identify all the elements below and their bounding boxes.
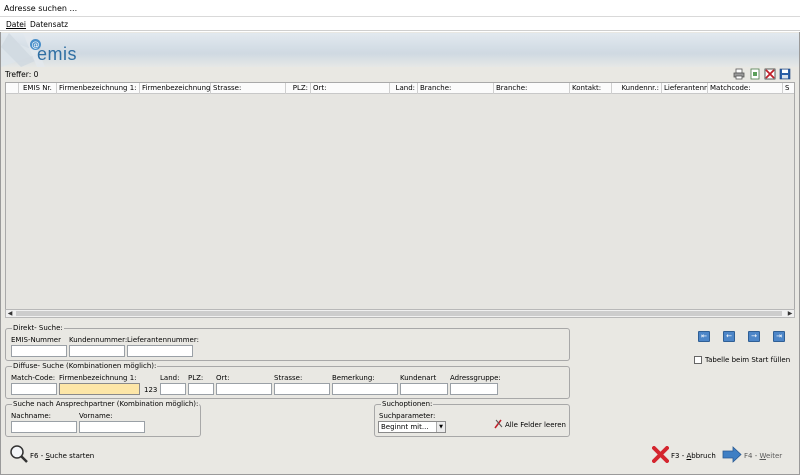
cancel-x-icon[interactable] [652,446,669,463]
nav-next-button[interactable]: → [748,331,760,342]
first-record-icon: ⇤ [701,332,707,340]
search-parameter-value: Beginnt mit... [381,423,429,431]
remark-label: Bemerkung: [332,374,375,382]
grid-row-selector [6,83,19,94]
grid-col-strasse[interactable]: Strasse: [211,83,286,94]
zip-label: PLZ: [188,374,204,382]
grid-col-overflow[interactable]: S [783,83,794,94]
grid-col-kundennr[interactable]: Kundennr.: [612,83,662,94]
grid-col-plz[interactable]: PLZ: [286,83,311,94]
save-icon[interactable] [779,68,791,80]
first-name-label: Vorname: [79,412,113,420]
customer-type-input[interactable] [400,383,448,395]
grid-col-firma2[interactable]: Firmenbezeichnung 2: [140,83,211,94]
search-options-legend: Suchoptionen: [381,400,434,408]
abort-rest: bbruch [691,452,716,460]
scroll-right-icon[interactable]: ▶ [786,310,794,317]
first-name-input[interactable] [79,421,145,433]
menu-datensatz[interactable]: Datensatz [30,20,68,29]
next-record-icon: → [751,332,757,340]
matchcode-input[interactable] [11,383,57,395]
city-input[interactable] [216,383,272,395]
grid-col-ort[interactable]: Ort: [311,83,390,94]
grid-header: EMIS Nr. Firmenbezeichnung 1: Firmenbeze… [6,83,794,94]
abort-button[interactable]: F3 - Abbruch [671,452,716,460]
export-icon[interactable] [749,68,761,80]
grid-toolbar [733,68,793,81]
grid-col-branche2[interactable]: Branche: [494,83,570,94]
fill-on-start-checkbox[interactable] [694,356,702,364]
address-group-label: Adressgruppe: [450,374,501,382]
search-parameter-label: Suchparameter: [379,412,436,420]
delete-icon[interactable] [764,68,776,80]
customer-type-label: Kundenart [400,374,437,382]
nav-prev-button[interactable]: ← [723,331,735,342]
menu-bar: Datei Datensatz [0,17,800,31]
fill-on-start-label: Tabelle beim Start füllen [705,356,791,364]
grid-col-branche1[interactable]: Branche: [418,83,494,94]
hits-count: Treffer: 0 [5,70,39,79]
country-input[interactable] [160,383,186,395]
grid-col-lieferantennr[interactable]: Lieferantennr.: [662,83,708,94]
window-title: Adresse suchen ... [4,4,78,13]
grid-col-firma1[interactable]: Firmenbezeichnung 1: [57,83,140,94]
scroll-thumb[interactable] [16,311,782,316]
start-search-prefix: F6 - [30,452,46,460]
results-grid[interactable]: EMIS Nr. Firmenbezeichnung 1: Firmenbeze… [5,82,795,317]
supplier-number-label: Lieferantennummer: [127,336,199,344]
diffuse-search-legend: Diffuse- Suche (Kombinationen möglich): [12,362,158,370]
next-rest: eiter [765,452,783,460]
company-name-label: Firmenbezeichnung 1: [59,374,137,382]
clear-fields-icon[interactable] [494,419,503,429]
start-search-button[interactable]: F6 - Suche starten [30,452,94,460]
search-parameter-select[interactable]: Beginnt mit... ▼ [378,421,446,433]
remark-input[interactable] [332,383,398,395]
street-input[interactable] [274,383,330,395]
clear-fields-button[interactable]: Alle Felder leeren [505,421,566,429]
nav-first-button[interactable]: ⇤ [698,331,710,342]
horizontal-scrollbar[interactable]: ◀ ▶ [5,309,795,318]
chevron-down-icon[interactable]: ▼ [436,422,445,432]
magnifier-icon[interactable] [9,444,29,464]
customer-number-input[interactable] [69,345,125,357]
next-prefix: F4 - [744,452,760,460]
city-label: Ort: [216,374,230,382]
start-search-rest: uche starten [49,452,95,460]
abort-prefix: F3 - [671,452,687,460]
supplier-number-input[interactable] [127,345,193,357]
emis-number-input[interactable] [11,345,67,357]
logo-text: emis [37,44,78,64]
contact-search-legend: Suche nach Ansprechpartner (Kombination … [12,400,200,408]
grid-col-emis-nr[interactable]: EMIS Nr. [19,83,57,94]
direct-search-legend: Direkt- Suche: [12,324,64,332]
forward-arrow-icon[interactable] [722,446,742,463]
print-icon[interactable] [733,68,745,80]
emis-number-label: EMIS-Nummer [11,336,61,344]
previous-record-icon: ← [726,332,732,340]
nav-last-button[interactable]: ⇥ [773,331,785,342]
last-record-icon: ⇥ [776,332,782,340]
last-name-label: Nachname: [11,412,52,420]
next-button[interactable]: F4 - Weiter [744,452,782,460]
menu-datensatz-label: Datensatz [30,20,69,29]
customer-number-label: Kundennummer: [69,336,128,344]
title-bar: Adresse suchen ... [0,0,800,17]
menu-datei-label: Datei [6,20,27,29]
grid-col-kontakt[interactable]: Kontakt: [570,83,612,94]
country-label: Land: [160,374,180,382]
company-name-input[interactable] [59,383,140,395]
zip-input[interactable] [188,383,214,395]
scroll-left-icon[interactable]: ◀ [6,310,14,317]
menu-datei[interactable]: Datei [6,20,26,29]
grid-col-matchcode[interactable]: Matchcode: [708,83,783,94]
last-name-input[interactable] [11,421,77,433]
numeric-hint-label: 123 [144,386,158,394]
matchcode-label: Match-Code: [11,374,56,382]
grid-col-land[interactable]: Land: [390,83,418,94]
address-group-input[interactable] [450,383,498,395]
street-label: Strasse: [274,374,303,382]
